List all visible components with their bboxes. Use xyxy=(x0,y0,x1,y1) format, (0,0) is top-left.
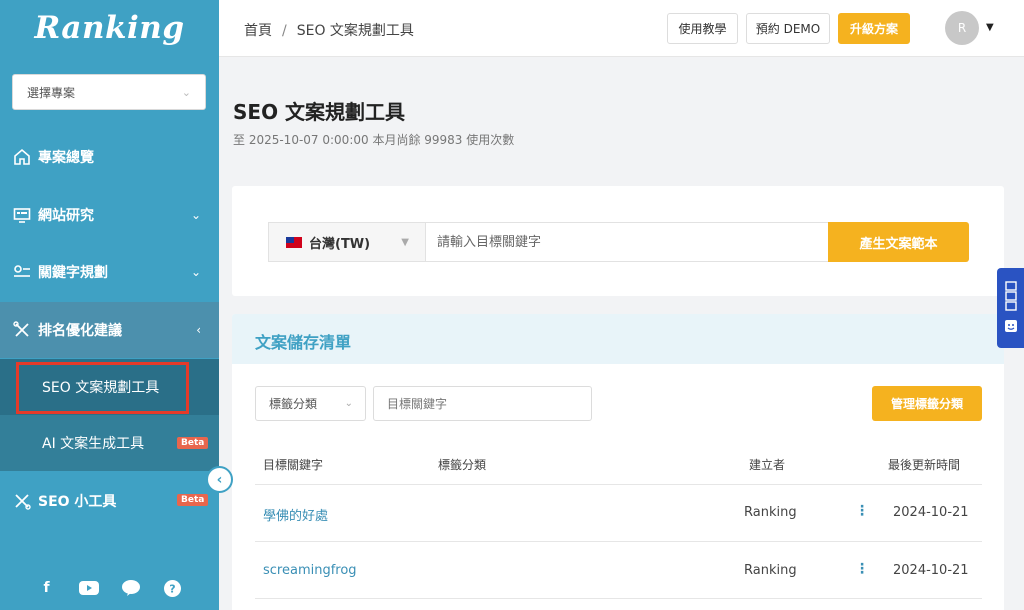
project-select[interactable]: 選擇專案 ⌄ xyxy=(12,74,206,110)
column-header-creator[interactable]: 建立者 xyxy=(749,456,785,473)
chevron-down-icon: ⌄ xyxy=(181,85,191,99)
sidebar-item-site-research[interactable]: 網站研究 ⌄ xyxy=(0,187,219,243)
sidebar-item-label: 關鍵字規劃 xyxy=(38,265,108,281)
smile-icon xyxy=(1004,320,1017,335)
chevron-down-icon: ⌄ xyxy=(344,398,353,409)
monitor-icon xyxy=(12,206,32,224)
youtube-icon[interactable] xyxy=(78,578,99,598)
tools-icon xyxy=(12,321,32,339)
feedback-icon xyxy=(1004,281,1017,314)
caret-down-icon[interactable]: ▼ xyxy=(986,22,994,33)
table-divider xyxy=(255,484,982,485)
breadcrumb: 首頁 / SEO 文案規劃工具 xyxy=(244,20,414,40)
breadcrumb-current: SEO 文案規劃工具 xyxy=(296,23,414,39)
row-creator: Ranking xyxy=(744,563,797,578)
upgrade-plan-button[interactable]: 升級方案 xyxy=(838,13,910,44)
target-keyword-input[interactable] xyxy=(425,222,829,262)
column-header-keyword[interactable]: 目標關鍵字 xyxy=(263,456,323,473)
beta-badge: Beta xyxy=(177,437,209,449)
row-keyword-link[interactable]: 學佛的好處 xyxy=(263,505,328,524)
sidebar-item-label: 排名優化建議 xyxy=(38,323,122,339)
generate-copy-template-button[interactable]: 產生文案範本 xyxy=(828,222,969,262)
sidebar-collapse-button[interactable]: ‹ xyxy=(206,466,233,493)
table-divider xyxy=(255,541,982,542)
usage-subtitle: 至 2025-10-07 0:00:00 本月尚餘 99983 使用次數 xyxy=(233,133,515,147)
svg-text:?: ? xyxy=(169,582,175,595)
tag-filter-value: 標籤分類 xyxy=(269,397,318,411)
column-header-tag[interactable]: 標籤分類 xyxy=(438,456,486,473)
row-updated: 2024-10-21 xyxy=(893,563,969,578)
tag-filter-select[interactable]: 標籤分類 ⌄ xyxy=(255,386,366,421)
country-select[interactable]: 台灣(TW) ▼ xyxy=(268,222,426,262)
chevron-down-icon: ⌄ xyxy=(190,208,201,222)
sidebar-subitem-ai-copy-tool[interactable]: AI 文案生成工具 Beta xyxy=(0,415,219,471)
avatar[interactable]: R xyxy=(945,11,979,45)
row-creator: Ranking xyxy=(744,505,797,520)
tutorial-button[interactable]: 使用教學 xyxy=(667,13,738,44)
row-keyword-link[interactable]: screamingfrog xyxy=(263,563,357,578)
more-options-icon[interactable]: ⋮ xyxy=(855,561,869,577)
breadcrumb-home[interactable]: 首頁 xyxy=(244,23,272,39)
keyword-filter-input[interactable] xyxy=(373,386,592,421)
breadcrumb-separator: / xyxy=(282,23,287,39)
sidebar-subitem-seo-copy-tool[interactable]: SEO 文案規劃工具 xyxy=(0,359,219,415)
facebook-icon[interactable]: f xyxy=(37,578,57,598)
sidebar-item-keyword-planning[interactable]: 關鍵字規劃 ⌄ xyxy=(0,244,219,300)
chevron-down-icon: ⌄ xyxy=(190,265,201,279)
caret-down-icon: ▼ xyxy=(401,236,409,248)
home-icon xyxy=(12,148,32,166)
beta-badge: Beta xyxy=(177,494,209,506)
manage-tags-button[interactable]: 管理標籤分類 xyxy=(872,386,982,421)
chevron-left-icon: ‹ xyxy=(216,471,223,488)
book-demo-button[interactable]: 預約 DEMO xyxy=(746,13,830,44)
help-icon[interactable]: ? xyxy=(163,578,183,598)
project-select-placeholder: 選擇專案 xyxy=(27,85,76,100)
more-options-icon[interactable]: ⋮ xyxy=(855,503,869,519)
sidebar-item-label: 專案總覽 xyxy=(38,150,94,166)
sidebar-item-label: SEO 小工具 xyxy=(38,494,117,510)
page-title: SEO 文案規劃工具 xyxy=(233,100,406,124)
social-links: f ? xyxy=(0,578,219,598)
sidebar-item-seo-tools[interactable]: SEO 小工具 Beta xyxy=(0,473,219,529)
sidebar-item-overview[interactable]: 專案總覽 xyxy=(0,129,219,185)
saved-list-title: 文案儲存清單 xyxy=(255,333,352,352)
chevron-left-icon: ‹ xyxy=(196,323,201,337)
taiwan-flag-icon xyxy=(286,236,302,248)
keyword-icon xyxy=(12,263,32,281)
sidebar-subitem-label: AI 文案生成工具 xyxy=(42,436,145,452)
feedback-tab[interactable] xyxy=(997,268,1024,348)
country-select-value: 台灣(TW) xyxy=(309,236,371,252)
row-updated: 2024-10-21 xyxy=(893,505,969,520)
column-header-updated[interactable]: 最後更新時間 xyxy=(888,456,960,473)
ranking-logo[interactable]: Ranking xyxy=(0,10,219,46)
wrench-icon xyxy=(12,492,32,510)
sidebar: Ranking 選擇專案 ⌄ 專案總覽 網站研究 ⌄ 關鍵字規劃 ⌄ 排名優化建… xyxy=(0,0,219,610)
top-header: 首頁 / SEO 文案規劃工具 使用教學 預約 DEMO 升級方案 R ▼ xyxy=(219,0,1024,57)
sidebar-item-label: 網站研究 xyxy=(38,208,94,224)
sidebar-item-ranking-optimization[interactable]: 排名優化建議 ‹ xyxy=(0,302,219,358)
sidebar-subitem-label: SEO 文案規劃工具 xyxy=(42,380,160,396)
table-divider xyxy=(255,598,982,599)
line-icon[interactable] xyxy=(121,578,141,598)
